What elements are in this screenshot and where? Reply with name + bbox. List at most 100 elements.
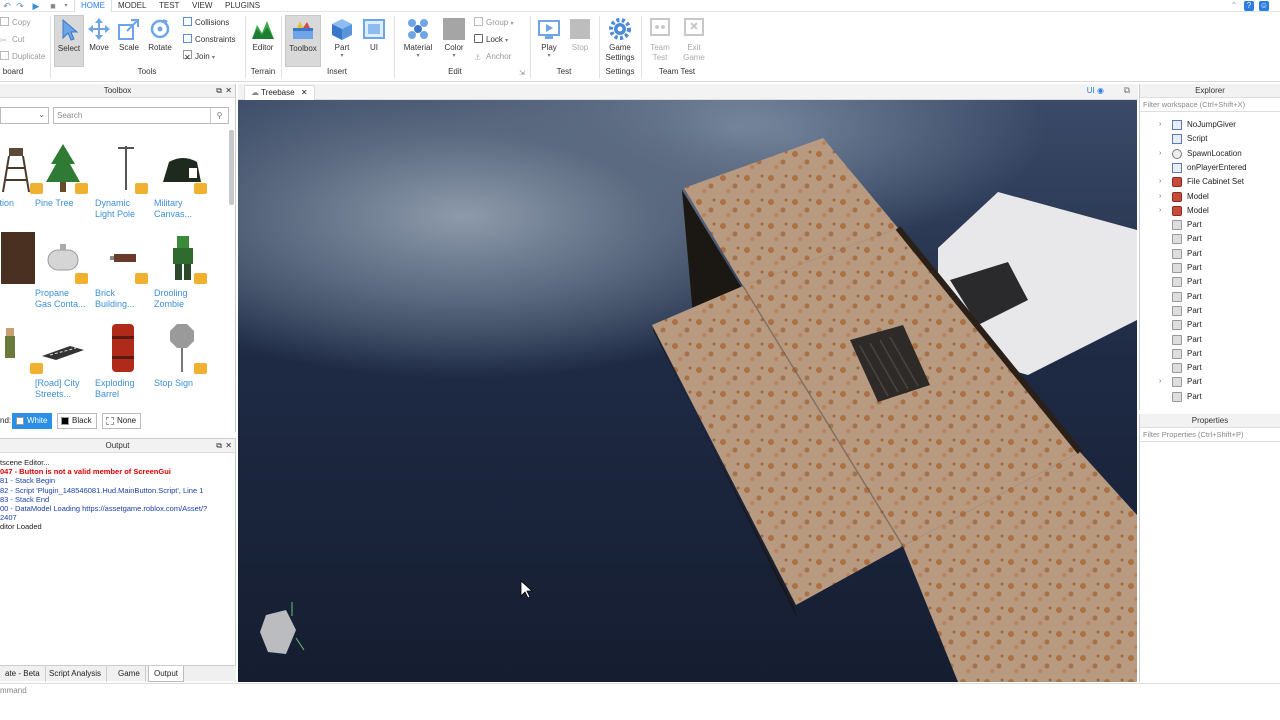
game-settings-button[interactable]: Game Settings — [603, 15, 637, 67]
part-icon — [1172, 234, 1182, 245]
help-icon[interactable]: ? — [1244, 1, 1254, 11]
tab-view[interactable]: VIEW — [186, 0, 218, 12]
toolbox-item[interactable]: Military Canvas... — [154, 142, 210, 220]
command-bar-input[interactable]: mmand — [0, 683, 1280, 697]
toolbox-header: Toolbox ⧉ ✕ — [0, 84, 235, 98]
model-icon — [1172, 205, 1182, 216]
explorer-item-label: Part — [1187, 263, 1202, 272]
material-button[interactable]: Material ▾ — [400, 15, 436, 67]
stop-button[interactable]: Stop — [567, 15, 593, 67]
close-icon[interactable]: ✕ — [225, 439, 232, 453]
toolbox-item[interactable]: Drooling Zombie — [154, 232, 210, 310]
ui-visibility-toggle[interactable]: UI ◉ — [1087, 86, 1104, 95]
exit-game-icon — [684, 18, 704, 36]
chevron-right-icon[interactable]: › — [1159, 204, 1161, 218]
dialog-launcher-icon[interactable]: ⇲ — [519, 69, 525, 77]
chevron-down-icon: ⌄ — [38, 110, 45, 119]
script-icon — [1172, 134, 1182, 145]
tab-output[interactable]: Output — [148, 666, 185, 682]
material-icon — [408, 19, 428, 39]
background-white-button[interactable]: White — [12, 413, 53, 429]
verified-badge-icon — [135, 183, 148, 194]
copy-button[interactable]: Copy — [0, 16, 31, 30]
toolbox-search-input[interactable]: Search ⚲ — [53, 107, 229, 124]
toolbox-item[interactable]: Dynamic Light Pole — [95, 142, 151, 220]
zombie-thumbnail — [159, 232, 207, 286]
toolbox-item[interactable]: [Road] City Streets... — [35, 322, 91, 400]
redo-icon[interactable]: ↷ — [15, 1, 25, 11]
tab-game[interactable]: Game — [113, 666, 146, 682]
stop-mode-icon[interactable]: ■ — [48, 1, 58, 11]
verified-badge-icon — [194, 183, 207, 194]
duplicate-button[interactable]: Duplicate — [0, 50, 45, 64]
exploding-barrel-thumbnail — [100, 322, 146, 376]
chevron-right-icon[interactable]: › — [1159, 175, 1161, 189]
rotate-button[interactable]: Rotate — [145, 15, 175, 67]
toolbox-item[interactable]: Propane Gas Conta... — [35, 232, 91, 310]
tab-model[interactable]: MODEL — [112, 0, 152, 12]
color-button[interactable]: Color ▾ — [440, 15, 468, 67]
cut-button[interactable]: ✂ Cut — [0, 33, 24, 47]
properties-filter-input[interactable]: Filter Properties (Ctrl+Shift+P) — [1140, 428, 1280, 442]
ribbon-separator — [530, 16, 531, 78]
toolbox-item[interactable]: Brick Building... — [95, 232, 151, 310]
play-button[interactable]: Play ▾ — [534, 15, 564, 67]
none-swatch-icon — [106, 417, 114, 425]
tab-treebase[interactable]: ☁ Treebase ✕ — [244, 85, 315, 100]
search-icon[interactable]: ⚲ — [210, 108, 228, 123]
quick-access-dropdown-icon[interactable]: ▾ — [61, 1, 71, 11]
tab-test[interactable]: TEST — [153, 0, 185, 12]
tab-team-create[interactable]: ate - Beta — [0, 666, 46, 682]
properties-title: Properties — [1191, 416, 1229, 425]
join-dropdown[interactable]: ✕ Join ▾ — [183, 50, 215, 64]
part-button[interactable]: Part ▾ — [328, 15, 356, 67]
chevron-right-icon[interactable]: › — [1159, 147, 1161, 161]
terrain-editor-button[interactable]: Editor — [249, 15, 277, 67]
toolbox-item[interactable]: Pine Tree — [35, 142, 91, 209]
collisions-toggle[interactable]: Collisions — [183, 16, 229, 30]
team-test-button[interactable]: Team Test — [645, 15, 675, 67]
verified-badge-icon — [135, 273, 148, 284]
explorer-item-label: Part — [1187, 220, 1202, 230]
group-button[interactable]: Group ▾ — [474, 16, 513, 30]
category-dropdown[interactable]: ⌄ — [0, 107, 49, 124]
constraints-toggle[interactable]: Constraints — [183, 33, 235, 47]
group-icon — [474, 17, 483, 26]
select-button[interactable]: Select — [54, 15, 84, 67]
collapse-ribbon-icon[interactable]: ⌃ — [1229, 1, 1239, 11]
part-icon — [1172, 305, 1182, 316]
explorer-filter-input[interactable]: Filter workspace (Ctrl+Shift+X) — [1140, 98, 1280, 112]
anchor-button[interactable]: ⚓ Anchor — [474, 50, 511, 64]
background-black-button[interactable]: Black — [57, 413, 97, 429]
stop-icon — [570, 19, 590, 39]
orientation-cube[interactable] — [260, 602, 305, 654]
play-mode-icon[interactable]: ▶ — [31, 1, 41, 11]
dock-icon[interactable]: ⧉ — [216, 84, 222, 98]
toolbox-scrollbar[interactable] — [229, 130, 234, 205]
scale-button[interactable]: Scale — [115, 15, 143, 67]
chevron-right-icon[interactable]: › — [1159, 190, 1161, 204]
background-none-button[interactable]: None — [102, 413, 142, 429]
user-icon[interactable]: ☺ — [1259, 1, 1269, 11]
ui-button[interactable]: UI — [361, 15, 387, 67]
explorer-item-label: Model — [1187, 191, 1209, 201]
log-line: ditor Loaded — [0, 522, 42, 532]
toolbox-item[interactable]: Exploding Barrel — [95, 322, 151, 400]
dock-icon[interactable]: ⧉ — [216, 439, 222, 453]
tab-script-analysis[interactable]: Script Analysis — [44, 666, 108, 682]
chevron-right-icon[interactable]: › — [1159, 118, 1161, 132]
chevron-right-icon[interactable]: › — [1159, 375, 1161, 389]
copy-icon — [0, 17, 9, 26]
toolbox-button[interactable]: Toolbox — [285, 15, 321, 67]
tab-plugins[interactable]: PLUGINS — [219, 0, 266, 12]
explorer-item-label: Part — [1187, 248, 1202, 258]
fullscreen-icon[interactable]: ⧉ — [1124, 85, 1130, 96]
3d-viewport[interactable] — [238, 100, 1137, 682]
lock-button[interactable]: Lock ▾ — [474, 33, 508, 47]
close-icon[interactable]: ✕ — [301, 88, 308, 97]
close-icon[interactable]: ✕ — [225, 84, 232, 98]
exit-game-button[interactable]: Exit Game — [679, 15, 709, 67]
toolbox-item[interactable]: Stop Sign — [154, 322, 210, 389]
move-button[interactable]: Move — [86, 15, 112, 67]
undo-icon[interactable]: ↶ — [2, 1, 12, 11]
